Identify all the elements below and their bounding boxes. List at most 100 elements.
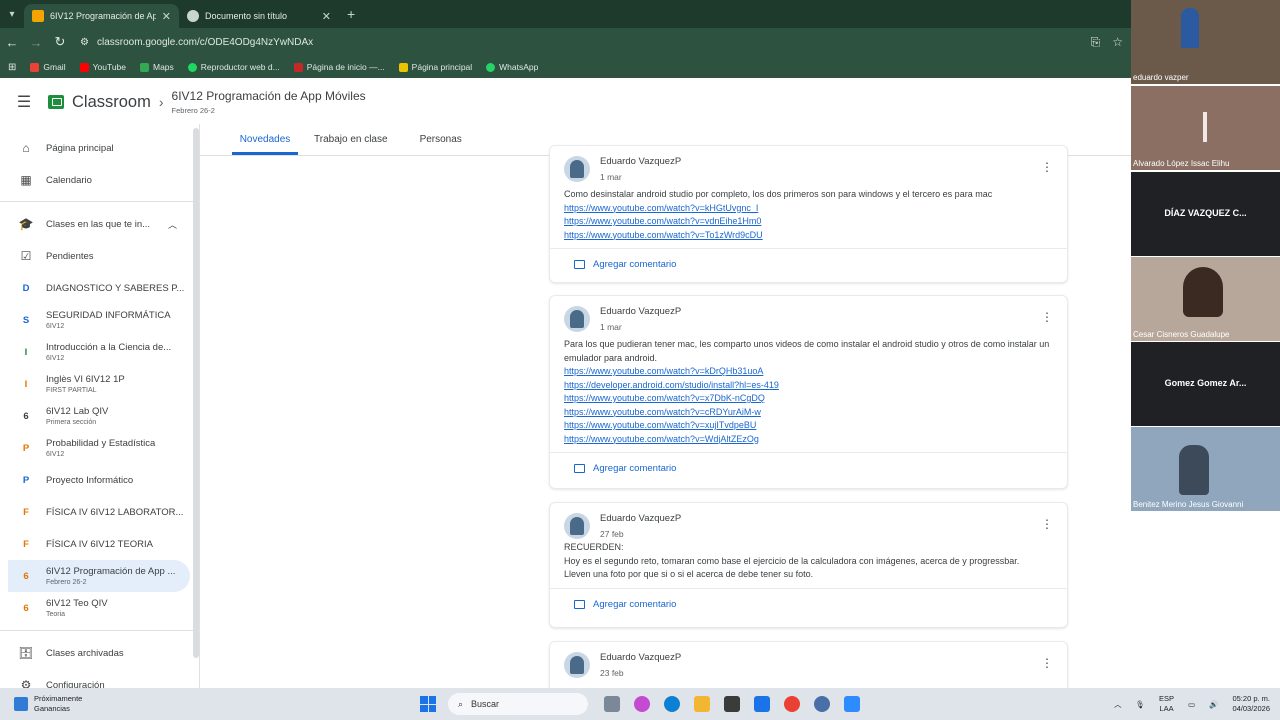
close-tab-icon[interactable]: ✕: [322, 10, 331, 23]
file-explorer-icon[interactable]: [694, 696, 710, 712]
post-link[interactable]: https://www.youtube.com/watch?v=x7DbK-nC…: [564, 392, 1053, 406]
participant-tile[interactable]: DÍAZ VAZQUEZ C...: [1131, 172, 1280, 256]
reload-icon[interactable]: ↻: [48, 34, 72, 50]
new-tab-icon[interactable]: +: [347, 6, 355, 22]
sidebar-item-class[interactable]: 6 6IV12 Teo QIV Teoria: [0, 592, 199, 624]
sidebar-item-home[interactable]: ⌂ Página principal: [0, 132, 199, 164]
gear-icon: ⚙: [20, 678, 32, 688]
more-options-icon[interactable]: ⋮: [1041, 160, 1053, 174]
sidebar-item-class[interactable]: P Proyecto Informático: [0, 464, 199, 496]
chevron-up-icon[interactable]: ︿: [168, 218, 177, 231]
chrome-icon[interactable]: [784, 696, 800, 712]
add-comment-button[interactable]: Agregar comentario: [550, 248, 1067, 280]
bookmark-maps[interactable]: Maps: [140, 62, 174, 72]
sidebar-item-class[interactable]: 6 6IV12 Lab QIV Primera sección: [0, 400, 199, 432]
avatar: [564, 652, 590, 678]
sidebar-item-class[interactable]: I Inglès VI 6IV12 1P FIRST PARTIAL: [0, 368, 199, 400]
copilot-icon[interactable]: [634, 696, 650, 712]
app-icon[interactable]: [814, 696, 830, 712]
tab-search-icon[interactable]: ▾: [0, 0, 24, 28]
tab-personas[interactable]: Personas: [420, 124, 462, 155]
add-comment-button[interactable]: Agregar comentario: [550, 587, 1067, 620]
sidebar-item-settings[interactable]: ⚙ Configuración: [0, 669, 199, 688]
more-options-icon[interactable]: ⋮: [1041, 517, 1053, 531]
sidebar-item-label: Probabilidad y Estadística: [46, 438, 156, 449]
main-menu-icon[interactable]: ☰: [0, 92, 48, 112]
participant-tile[interactable]: eduardo vazper: [1131, 0, 1280, 84]
bookmark-whatsapp[interactable]: WhatsApp: [486, 62, 538, 72]
school-icon: 🎓: [18, 217, 34, 231]
bookmark-player[interactable]: Reproductor web d...: [187, 62, 280, 72]
breadcrumb[interactable]: 6IV12 Programación de App Móviles Febrer…: [172, 89, 366, 115]
volume-icon[interactable]: 🔊: [1209, 700, 1218, 709]
bookmark-youtube[interactable]: YouTube: [79, 62, 126, 72]
weather-widget[interactable]: Próximamente Ganancias: [0, 694, 420, 714]
sidebar-item-class[interactable]: F FÍSICA IV 6IV12 LABORATOR...: [0, 496, 199, 528]
post-link[interactable]: https://www.youtube.com/watch?v=kDrQHb31…: [564, 365, 1053, 379]
participant-tile[interactable]: Gomez Gomez Ar...: [1131, 342, 1280, 426]
sidebar-item-class[interactable]: 6 6IV12 Programación de App ... Febrero 26…: [8, 560, 190, 592]
add-comment-button[interactable]: Agregar comentario: [550, 452, 1067, 484]
post-link[interactable]: https://www.youtube.com/watch?v=WdjAltZE…: [564, 433, 1053, 447]
install-app-icon[interactable]: ⎘: [1091, 35, 1101, 50]
sidebar-item-archived[interactable]: 🗄 Clases archivadas: [0, 637, 199, 669]
participant-tile[interactable]: Alvarado López Issac Elihu: [1131, 86, 1280, 170]
sidebar-item-calendar[interactable]: ▦ Calendario: [0, 164, 199, 196]
store-icon[interactable]: [724, 696, 740, 712]
sidebar-item-class[interactable]: D DIAGNOSTICO Y SABERES P...: [0, 272, 199, 304]
taskbar-search[interactable]: ⌕ Buscar: [448, 693, 588, 715]
windows-start-icon[interactable]: [420, 696, 436, 712]
sidebar-item-class[interactable]: P Probabilidad y Estadística 6IV12: [0, 432, 199, 464]
system-tray: ︿ 🎙 ESP LAA ▭ 🔊 05:20 p. m. 04/03/2026: [1114, 694, 1270, 714]
bookmark-home[interactable]: Página de inicio —...: [293, 62, 385, 72]
zoom-icon[interactable]: [844, 696, 860, 712]
site-info-icon[interactable]: ⚙: [80, 37, 89, 48]
language-indicator[interactable]: ESP LAA: [1159, 694, 1174, 714]
browser-tab[interactable]: Documento sin título ✕: [179, 4, 339, 28]
bookmarks-bar: ⊞ Gmail YouTube Maps Reproductor web d..…: [0, 56, 1131, 78]
microphone-icon[interactable]: 🎙: [1135, 700, 1145, 709]
more-options-icon[interactable]: ⋮: [1041, 656, 1053, 670]
forward-icon[interactable]: →: [24, 35, 48, 50]
browser-tab-active[interactable]: 6IV12 Programación de App Mó ✕: [24, 4, 179, 28]
chevron-up-icon[interactable]: ︿: [1114, 699, 1122, 710]
task-view-icon[interactable]: [604, 696, 620, 712]
back-icon[interactable]: ←: [0, 35, 24, 50]
course-subtitle: Febrero 26-2: [171, 106, 215, 115]
more-options-icon[interactable]: ⋮: [1041, 310, 1053, 324]
clock[interactable]: 05:20 p. m. 04/03/2026: [1232, 694, 1270, 714]
close-tab-icon[interactable]: ✕: [162, 10, 171, 23]
bookmark-main[interactable]: Página principal: [398, 62, 472, 72]
sidebar-item-class[interactable]: S SEGURIDAD INFORMÁTICA 6IV12: [0, 304, 199, 336]
sidebar-item-label: Pendientes: [46, 250, 94, 262]
sidebar-scrollbar[interactable]: [193, 128, 199, 658]
edge-icon[interactable]: [664, 696, 680, 712]
url-field[interactable]: ⚙ classroom.google.com/c/ODE4ODg4NzYwNDA…: [80, 37, 1091, 48]
post-link[interactable]: https://www.youtube.com/watch?v=To1zWrd9…: [564, 229, 1053, 243]
brand-name[interactable]: Classroom: [72, 93, 151, 112]
tab-novedades[interactable]: Novedades: [232, 124, 298, 155]
windows-taskbar: Próximamente Ganancias ⌕ Buscar ︿ 🎙 ESP …: [0, 688, 1280, 720]
post-author: Eduardo VazquezP: [600, 513, 682, 524]
participant-tile[interactable]: Benitez Merino Jesus Giovanni: [1131, 427, 1280, 511]
classroom-logo-icon[interactable]: [48, 95, 64, 109]
participant-tile[interactable]: Cesar Cisneros Guadalupe: [1131, 257, 1280, 341]
sidebar-section-enrolled[interactable]: 🎓 Clases en las que te in... ︿: [0, 208, 199, 240]
sidebar-item-sublabel: Primera sección: [46, 419, 97, 426]
post-link[interactable]: https://www.youtube.com/watch?v=cRDYurAi…: [564, 406, 1053, 420]
post-link[interactable]: https://developer.android.com/studio/ins…: [564, 379, 1053, 393]
mail-icon[interactable]: [754, 696, 770, 712]
sidebar-item-pending[interactable]: ☑ Pendientes: [0, 240, 199, 272]
post-link[interactable]: https://www.youtube.com/watch?v=kHGtUvgn…: [564, 202, 1053, 216]
sidebar-item-class[interactable]: I Introducción a la Ciencia de... 6IV12: [0, 336, 199, 368]
apps-grid-icon[interactable]: ⊞: [8, 62, 16, 73]
tab-trabajo-en-clase[interactable]: Trabajo en clase: [314, 124, 388, 155]
bookmark-gmail[interactable]: Gmail: [30, 62, 66, 72]
sidebar-item-sublabel: 6IV12: [46, 323, 65, 330]
network-icon[interactable]: ▭: [1188, 700, 1195, 709]
sidebar-item-class[interactable]: F FÍSICA IV 6IV12 TEORIA: [0, 528, 199, 560]
post-link[interactable]: https://www.youtube.com/watch?v=xujITvdp…: [564, 419, 1053, 433]
bookmark-star-icon[interactable]: ☆: [1112, 35, 1123, 50]
class-initial-icon: 6: [23, 570, 29, 582]
post-link[interactable]: https://www.youtube.com/watch?v=vdnEihe1…: [564, 215, 1053, 229]
